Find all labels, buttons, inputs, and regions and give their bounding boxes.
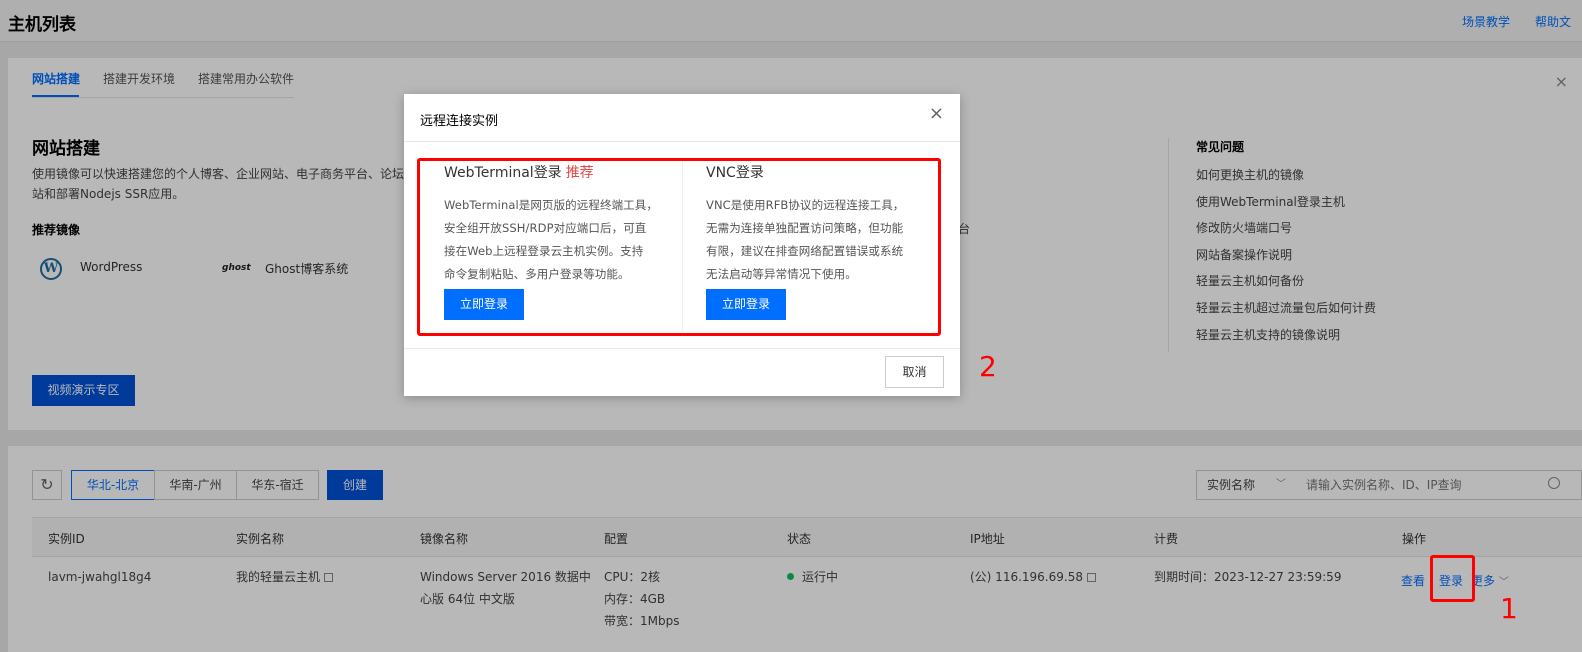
annotation-step-2: 2 [979,350,997,383]
modal-title: 远程连接实例 [420,114,499,129]
close-icon[interactable]: × [929,103,944,124]
annotation-step-1: 1 [1500,592,1518,625]
modal-divider [404,348,960,349]
modal-divider [404,141,960,142]
cancel-button[interactable]: 取消 [885,356,944,388]
annotation-box-login-link [1430,555,1475,602]
annotation-box-login-options [417,158,941,336]
